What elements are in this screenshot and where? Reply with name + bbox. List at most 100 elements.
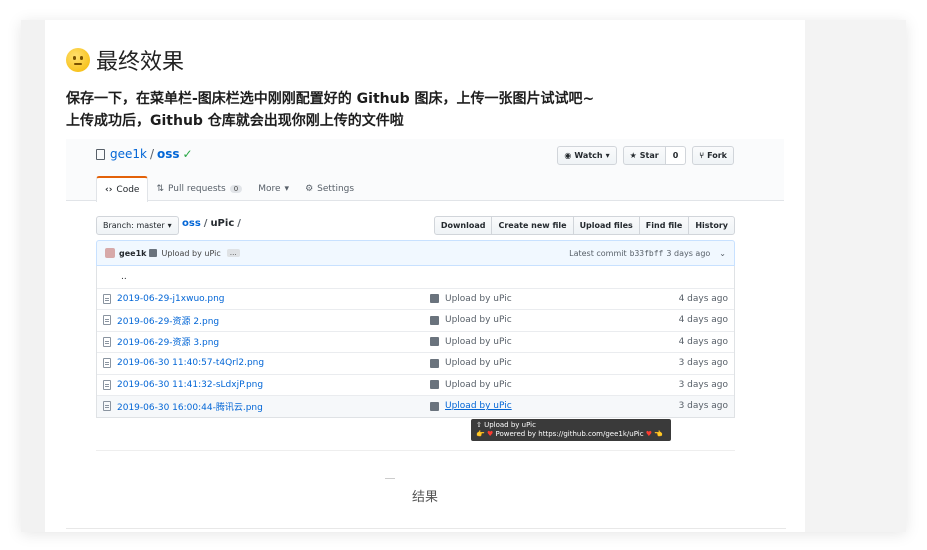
commit-expand-button[interactable]: … xyxy=(226,249,240,257)
file-commit-cell: Upload by uPic xyxy=(430,294,679,304)
file-navigation: Branch: master ▾ oss / uPic / Download C… xyxy=(96,216,735,235)
upload-files-button[interactable]: Upload files xyxy=(572,216,640,235)
table-row: 2019-06-29-资源 2.png Upload by uPic 4 day… xyxy=(97,309,734,331)
hand-icon: 👉 xyxy=(476,430,485,438)
upic-app-icon xyxy=(430,380,439,390)
star-group: ★ Star 0 xyxy=(622,146,687,165)
tab-settings[interactable]: ⚙ Settings xyxy=(297,176,362,201)
breadcrumb-root-link[interactable]: oss xyxy=(182,218,201,229)
fork-icon: ⑂ xyxy=(699,151,705,160)
repo-action-buttons: ◉ Watch ▾ ★ Star 0 ⑂ Fork xyxy=(557,146,734,165)
file-link[interactable]: 2019-06-29-j1xwuo.png xyxy=(117,294,225,304)
file-commit-cell: Upload by uPic xyxy=(430,380,679,390)
tooltip-line-1: ⇧ Upload by uPic xyxy=(476,421,536,429)
file-commit-message[interactable]: Upload by uPic xyxy=(445,315,512,325)
tab-pr-label: Pull requests xyxy=(168,183,226,194)
tooltip-title: Upload by uPic xyxy=(484,421,536,429)
file-name-cell: 2019-06-30 16:00:44-腾讯云.png xyxy=(103,400,430,413)
file-link[interactable]: 2019-06-29-资源 3.png xyxy=(117,335,219,348)
file-commit-message[interactable]: Upload by uPic xyxy=(445,380,512,390)
tooltip-powered-by: Powered by https://github.com/gee1k/uPic xyxy=(495,430,644,438)
table-row: 2019-06-29-j1xwuo.png Upload by uPic 4 d… xyxy=(97,287,734,310)
commit-sha[interactable]: b33fbff xyxy=(630,249,664,258)
upic-app-icon xyxy=(430,294,439,304)
pull-request-icon: ⇅ xyxy=(156,183,165,194)
table-row: 2019-06-30 11:41:32-sLdxjP.png Upload by… xyxy=(97,373,734,396)
file-link[interactable]: 2019-06-30 11:41:32-sLdxjP.png xyxy=(117,380,263,390)
file-age: 3 days ago xyxy=(678,401,728,412)
caret-down-icon: ▾ xyxy=(167,221,172,230)
file-commit-message[interactable]: Upload by uPic xyxy=(445,337,512,347)
commit-message[interactable]: Upload by uPic xyxy=(161,249,220,258)
star-count[interactable]: 0 xyxy=(665,146,687,165)
repo-name-link[interactable]: oss xyxy=(157,147,180,161)
repo-tabs: ‹› Code ⇅ Pull requests 0 More ▾ ⚙ Setti… xyxy=(96,176,362,202)
upic-app-icon xyxy=(430,315,439,325)
commit-author[interactable]: gee1k xyxy=(119,249,146,258)
star-icon: ★ xyxy=(629,151,637,160)
file-age: 4 days ago xyxy=(678,315,728,326)
breadcrumb-folder: uPic xyxy=(210,218,235,229)
file-name-cell: 2019-06-29-资源 2.png xyxy=(103,314,430,327)
file-age: 3 days ago xyxy=(678,358,728,369)
file-name-cell: 2019-06-29-j1xwuo.png xyxy=(103,293,430,304)
file-actions: Download Create new file Upload files Fi… xyxy=(433,216,735,235)
hand-icon: 👈 xyxy=(654,430,664,438)
tab-more[interactable]: More ▾ xyxy=(250,176,297,201)
parent-directory-link[interactable]: .. xyxy=(103,272,430,282)
repo-header: gee1k / oss ✓ ◉ Watch ▾ ★ Star 0 ⑂ Fork xyxy=(66,139,784,202)
upic-app-icon xyxy=(430,358,439,368)
file-name-cell: 2019-06-29-资源 3.png xyxy=(103,335,430,348)
latest-commit-bar: gee1k Upload by uPic … Latest commit b33… xyxy=(96,240,735,266)
fork-button[interactable]: ⑂ Fork xyxy=(692,146,734,165)
branch-label: Branch: master xyxy=(103,221,165,230)
file-commit-cell: Upload by uPic xyxy=(430,358,679,368)
file-commit-cell: Upload by uPic xyxy=(430,315,679,325)
file-commit-cell: Upload by uPic xyxy=(430,401,679,411)
star-button[interactable]: ★ Star xyxy=(622,146,666,165)
repo-title: gee1k / oss ✓ xyxy=(96,147,193,161)
branch-select[interactable]: Branch: master ▾ xyxy=(96,216,179,235)
tab-pull-requests[interactable]: ⇅ Pull requests 0 xyxy=(148,176,250,201)
repo-separator: / xyxy=(149,147,155,161)
history-button[interactable]: History xyxy=(688,216,735,235)
chevron-down-icon[interactable]: ⌄ xyxy=(719,249,726,258)
left-gutter xyxy=(21,20,45,532)
table-row: 2019-06-30 16:00:44-腾讯云.png Upload by uP… xyxy=(97,395,734,417)
heart-icon: ♥ xyxy=(645,430,653,438)
file-list: .. 2019-06-29-j1xwuo.png Upload by uPic … xyxy=(96,266,735,418)
tab-code-label: Code xyxy=(116,185,140,195)
commit-meta: Latest commit b33fbff 3 days ago ⌄ xyxy=(569,249,726,258)
section-heading: 最终效果 xyxy=(66,44,184,76)
repo-book-icon xyxy=(96,148,105,160)
github-screenshot: gee1k / oss ✓ ◉ Watch ▾ ★ Star 0 ⑂ Fork xyxy=(66,139,784,477)
watch-button[interactable]: ◉ Watch ▾ xyxy=(557,146,617,165)
image-caption: 结果 xyxy=(411,490,438,505)
eye-icon: ◉ xyxy=(564,151,572,160)
upic-app-icon xyxy=(430,401,439,411)
file-name-cell: 2019-06-30 11:41:32-sLdxjP.png xyxy=(103,379,430,390)
commit-tooltip: ⇧ Upload by uPic 👉 ♥ Powered by https://… xyxy=(471,419,671,441)
parent-directory-row[interactable]: .. xyxy=(97,266,734,288)
caret-down-icon: ▾ xyxy=(605,151,610,160)
right-gutter xyxy=(805,20,906,532)
find-file-button[interactable]: Find file xyxy=(638,216,690,235)
download-button[interactable]: Download xyxy=(433,216,493,235)
paragraph-2: 上传成功后，Github 仓库就会出现你刚上传的文件啦 xyxy=(66,113,404,129)
upic-app-icon xyxy=(149,249,158,257)
tab-code[interactable]: ‹› Code xyxy=(96,176,149,202)
file-link[interactable]: 2019-06-30 11:40:57-t4Qrl2.png xyxy=(117,358,264,368)
file-commit-message[interactable]: Upload by uPic xyxy=(445,401,512,411)
file-link[interactable]: 2019-06-30 16:00:44-腾讯云.png xyxy=(117,400,263,413)
create-new-file-button[interactable]: Create new file xyxy=(491,216,574,235)
check-icon: ✓ xyxy=(182,147,193,161)
caption-divider xyxy=(385,478,395,479)
gear-icon: ⚙ xyxy=(305,183,314,194)
file-icon xyxy=(103,336,111,347)
fork-label: Fork xyxy=(707,151,727,160)
repo-owner-link[interactable]: gee1k xyxy=(110,147,147,161)
file-commit-message[interactable]: Upload by uPic xyxy=(445,358,512,368)
file-link[interactable]: 2019-06-29-资源 2.png xyxy=(117,314,219,327)
file-commit-message[interactable]: Upload by uPic xyxy=(445,294,512,304)
avatar xyxy=(105,248,115,258)
